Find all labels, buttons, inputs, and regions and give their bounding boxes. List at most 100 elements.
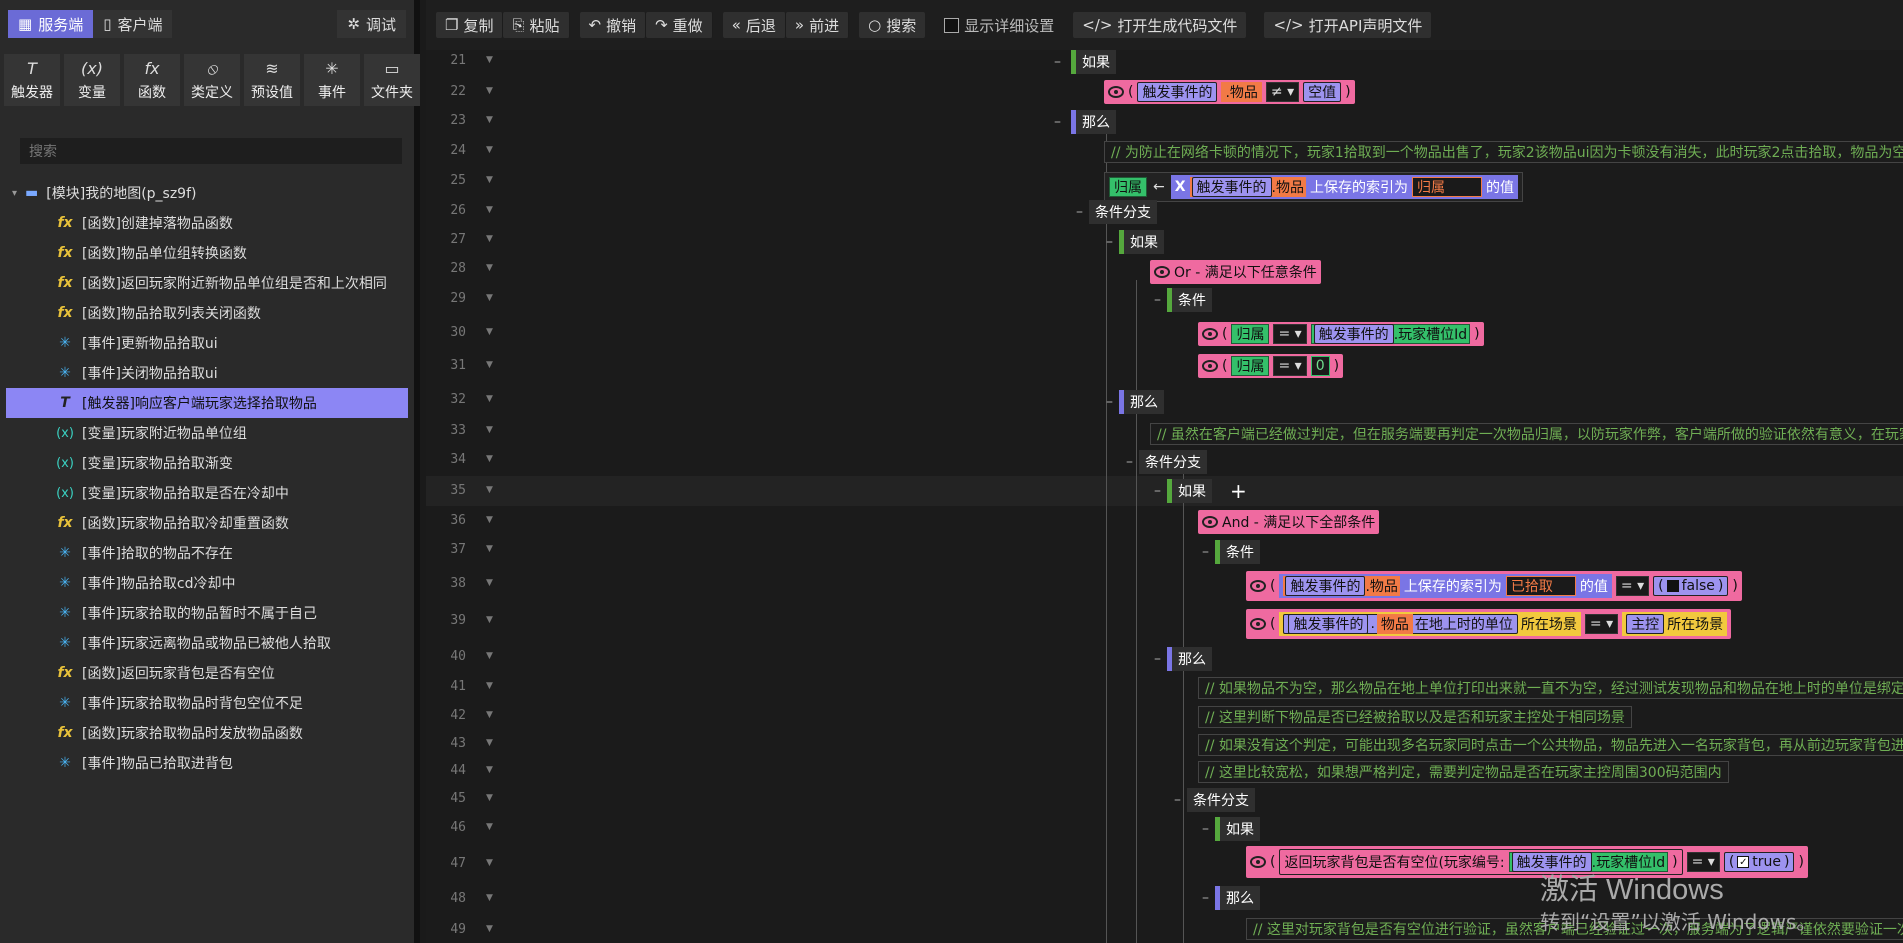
comment[interactable]: // 这里判断下物品是否已经被拾取以及是否和玩家主控处于相同场景 bbox=[1198, 706, 1632, 728]
bool-literal[interactable]: (✓ true) bbox=[1723, 852, 1795, 872]
tree-item[interactable]: ✳ [事件]玩家远离物品或物品已被他人拾取 bbox=[0, 628, 414, 658]
eye-icon[interactable] bbox=[1202, 360, 1218, 372]
eye-icon[interactable] bbox=[1250, 856, 1266, 868]
comment[interactable]: // 虽然在客户端已经做过判定，但在服务端要再判定一次物品归属，以防玩家作弊，客… bbox=[1150, 423, 1903, 445]
fold-arrow-icon[interactable]: ▼ bbox=[486, 822, 493, 832]
get-saved-value-block[interactable]: 触发事件的 .物品 上保存的索引为 已拾取 的值 bbox=[1279, 574, 1612, 598]
fold-arrow-icon[interactable]: ▼ bbox=[486, 710, 493, 720]
tree-item[interactable]: fx [函数]物品拾取列表关闭函数 bbox=[0, 298, 414, 328]
tree-item[interactable]: ✳ [事件]玩家拾取物品时背包空位不足 bbox=[0, 688, 414, 718]
new-trigger-button[interactable]: T 触发器 bbox=[4, 54, 60, 106]
condition-block[interactable]: ( 触发事件的 .物品 上保存的索引为 已拾取 的值 = ▾ (false)) bbox=[1246, 571, 1742, 601]
condition-group[interactable]: 条件 bbox=[1167, 288, 1212, 312]
fold-arrow-icon[interactable]: ▼ bbox=[486, 360, 493, 370]
trigger-event-param[interactable]: 触发事件的 bbox=[1313, 324, 1394, 344]
trigger-event-param[interactable]: 触发事件的 bbox=[1191, 177, 1272, 197]
trigger-event-param[interactable]: 触发事件的 bbox=[1285, 576, 1366, 596]
item-property[interactable]: 物品 bbox=[1376, 614, 1413, 634]
tree-item[interactable]: (x) [变量]玩家附近物品单位组 bbox=[0, 418, 414, 448]
collapse-icon[interactable]: – bbox=[1106, 234, 1113, 250]
detail-toggle[interactable]: 显示详细设置 bbox=[935, 12, 1063, 38]
fold-arrow-icon[interactable]: ▼ bbox=[486, 205, 493, 215]
ground-unit-expr[interactable]: 触发事件的. 物品 在地上时的单位 bbox=[1283, 614, 1518, 634]
tree-item[interactable]: ✳ [事件]更新物品拾取ui bbox=[0, 328, 414, 358]
tree-item[interactable]: ✳ [事件]物品拾取cd冷却中 bbox=[0, 568, 414, 598]
search-input[interactable] bbox=[20, 138, 402, 164]
tree-item[interactable]: fx [函数]物品单位组转换函数 bbox=[0, 238, 414, 268]
condition-group[interactable]: 条件 bbox=[1215, 540, 1260, 564]
fold-arrow-icon[interactable]: ▼ bbox=[486, 924, 493, 934]
fold-arrow-icon[interactable]: ▼ bbox=[486, 293, 493, 303]
trigger-event-param[interactable]: 触发事件的 bbox=[1137, 82, 1218, 102]
fold-arrow-icon[interactable]: ▼ bbox=[486, 327, 493, 337]
hero-param[interactable]: 主控 bbox=[1626, 614, 1665, 634]
forward-button[interactable]: » 前进 bbox=[785, 12, 850, 38]
add-icon[interactable]: + bbox=[1230, 479, 1247, 503]
then-block[interactable]: 那么 bbox=[1071, 110, 1116, 134]
scene-expr[interactable]: 触发事件的. 物品 在地上时的单位 所在场景 bbox=[1279, 612, 1581, 636]
tree-item[interactable]: fx [函数]玩家拾取物品时发放物品函数 bbox=[0, 718, 414, 748]
if-block[interactable]: 如果 bbox=[1071, 50, 1116, 74]
collapse-icon[interactable]: – bbox=[1154, 292, 1161, 308]
fold-arrow-icon[interactable]: ▼ bbox=[486, 793, 493, 803]
fold-arrow-icon[interactable]: ▼ bbox=[486, 615, 493, 625]
tree-item[interactable]: fx [函数]玩家物品拾取冷却重置函数 bbox=[0, 508, 414, 538]
paste-button[interactable]: ⎘ 粘贴 bbox=[503, 12, 570, 38]
collapse-icon[interactable]: – bbox=[1154, 651, 1161, 667]
copy-button[interactable]: ❐ 复制 bbox=[436, 12, 504, 38]
debug-button[interactable]: ✲ 调试 bbox=[337, 10, 406, 38]
comment[interactable]: // 如果物品不为空，那么物品在地上单位打印出来就一直不为空，经过测试发现物品和… bbox=[1198, 677, 1903, 699]
bool-literal[interactable]: (false) bbox=[1653, 576, 1729, 596]
operator-select[interactable]: ≠ ▾ bbox=[1265, 82, 1300, 102]
branch-block[interactable]: 条件分支 bbox=[1187, 788, 1255, 812]
owner-variable[interactable]: 归属 bbox=[1231, 356, 1270, 376]
tree-item[interactable]: fx [函数]返回玩家附近新物品单位组是否和上次相同 bbox=[0, 268, 414, 298]
operator-select[interactable]: = ▾ bbox=[1273, 324, 1307, 344]
tree-item[interactable]: (x) [变量]玩家物品拾取是否在冷却中 bbox=[0, 478, 414, 508]
redo-button[interactable]: ↷ 重做 bbox=[646, 12, 713, 38]
fold-arrow-icon[interactable]: ▼ bbox=[486, 115, 493, 125]
if-block[interactable]: 如果 bbox=[1167, 479, 1212, 503]
new-folder-button[interactable]: ▭ 文件夹 bbox=[364, 54, 420, 106]
and-block[interactable]: And - 满足以下全部条件 bbox=[1198, 510, 1380, 534]
condition-block[interactable]: ( 触发事件的. 物品 在地上时的单位 所在场景 = ▾ 主控 所在场景 bbox=[1246, 609, 1732, 639]
fold-arrow-icon[interactable]: ▼ bbox=[486, 425, 493, 435]
if-block[interactable]: 如果 bbox=[1119, 230, 1164, 254]
collapse-icon[interactable]: – bbox=[1202, 821, 1209, 837]
branch-block[interactable]: 条件分支 bbox=[1089, 200, 1157, 224]
index-key-input[interactable]: 归属 bbox=[1411, 177, 1482, 197]
owner-variable[interactable]: 归属 bbox=[1231, 324, 1270, 344]
hero-scene-expr[interactable]: 主控 所在场景 bbox=[1622, 612, 1728, 636]
tree-item[interactable]: ✳ [事件]关闭物品拾取ui bbox=[0, 358, 414, 388]
operator-select[interactable]: = ▾ bbox=[1584, 614, 1619, 634]
fold-arrow-icon[interactable]: ▼ bbox=[486, 893, 493, 903]
collapse-icon[interactable]: – bbox=[1126, 454, 1133, 470]
tree-item-selected[interactable]: T [触发器]响应客户端玩家选择拾取物品 bbox=[6, 388, 408, 418]
fold-arrow-icon[interactable]: ▼ bbox=[486, 394, 493, 404]
branch-block[interactable]: 条件分支 bbox=[1139, 450, 1207, 474]
owner-variable[interactable]: 归属 bbox=[1109, 177, 1147, 197]
condition-block[interactable]: (归属 = ▾ 触发事件的 .玩家槽位Id) bbox=[1198, 322, 1484, 346]
fold-arrow-icon[interactable]: ▼ bbox=[486, 485, 493, 495]
tree-root[interactable]: ▾ ▬ [模块]我的地图(p_sz9f) bbox=[0, 178, 414, 208]
tree-item[interactable]: fx [函数]返回玩家背包是否有空位 bbox=[0, 658, 414, 688]
new-event-button[interactable]: ✳ 事件 bbox=[304, 54, 360, 106]
tab-server[interactable]: ▦ 服务端 bbox=[8, 10, 94, 38]
collapse-icon[interactable]: – bbox=[1154, 483, 1161, 499]
item-expr[interactable]: 触发事件的 .物品 bbox=[1283, 576, 1400, 596]
new-variable-button[interactable]: (x) 变量 bbox=[64, 54, 120, 106]
operator-select[interactable]: = ▾ bbox=[1273, 356, 1307, 376]
collapse-icon[interactable]: – bbox=[1106, 394, 1113, 410]
collapse-icon[interactable]: – bbox=[1202, 890, 1209, 906]
fold-arrow-icon[interactable]: ▼ bbox=[486, 263, 493, 273]
get-saved-value-block[interactable]: X 触发事件的 .物品 上保存的索引为 归属 的值 bbox=[1170, 175, 1518, 199]
if-block[interactable]: 如果 bbox=[1215, 817, 1260, 841]
trigger-event-param[interactable]: 触发事件的 bbox=[1288, 614, 1369, 634]
tree-item[interactable]: ✳ [事件]物品已拾取进背包 bbox=[0, 748, 414, 778]
comment[interactable]: // 这里比较宽松，如果想严格判定，需要判定物品是否在玩家主控周围300码范围内 bbox=[1198, 761, 1729, 783]
then-block[interactable]: 那么 bbox=[1167, 647, 1212, 671]
then-block[interactable]: 那么 bbox=[1119, 390, 1164, 414]
eye-icon[interactable] bbox=[1202, 516, 1218, 528]
collapse-icon[interactable]: – bbox=[1054, 54, 1061, 70]
tab-client[interactable]: ▯ 客户端 bbox=[93, 10, 173, 38]
